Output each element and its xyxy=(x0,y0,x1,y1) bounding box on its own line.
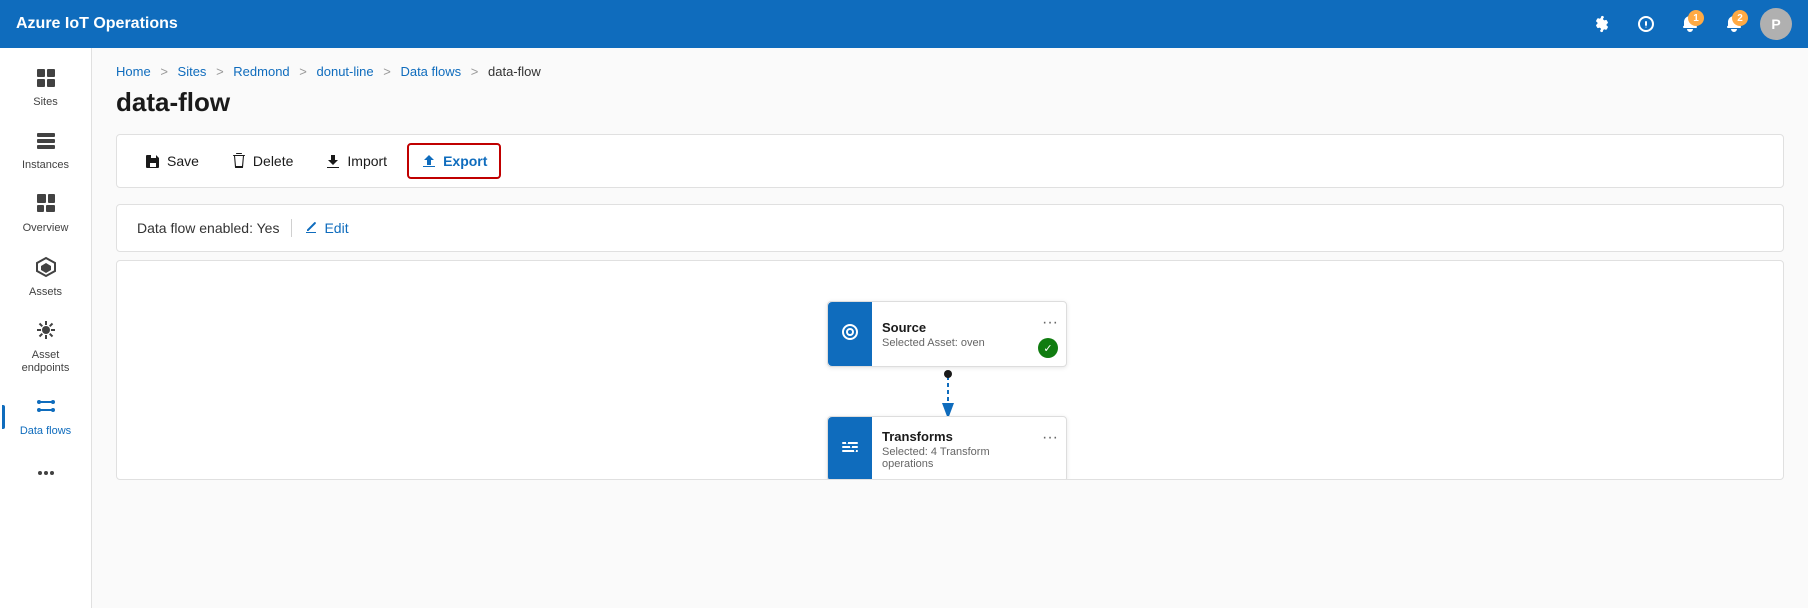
breadcrumb-home[interactable]: Home xyxy=(116,64,151,79)
transforms-node-content: Transforms Selected: 4 Transform operati… xyxy=(872,421,1034,478)
notification-bell-1-icon[interactable]: 1 xyxy=(1672,6,1708,42)
avatar[interactable]: P xyxy=(1760,8,1792,40)
source-node-icon xyxy=(840,322,860,347)
sidebar-item-instances[interactable]: Instances xyxy=(6,119,86,182)
source-icon-block xyxy=(828,302,872,366)
app-title: Azure IoT Operations xyxy=(16,15,178,33)
breadcrumb-current: data-flow xyxy=(488,64,541,79)
sidebar-item-sites[interactable]: Sites xyxy=(6,56,86,119)
transforms-node: Transforms Selected: 4 Transform operati… xyxy=(827,416,1067,480)
transforms-node-subtitle: Selected: 4 Transform operations xyxy=(882,446,1024,470)
source-node-subtitle: Selected Asset: oven xyxy=(882,337,1024,349)
transforms-node-menu[interactable]: ··· xyxy=(1034,421,1066,455)
sidebar: Sites Instances Overview xyxy=(0,48,92,608)
info-bar: Data flow enabled: Yes Edit xyxy=(116,204,1784,252)
save-button[interactable]: Save xyxy=(133,145,211,177)
import-label: Import xyxy=(347,153,387,169)
info-separator xyxy=(291,219,292,237)
export-button[interactable]: Export xyxy=(407,143,501,179)
delete-label: Delete xyxy=(253,153,293,169)
edit-icon xyxy=(304,221,318,235)
notification-badge-2: 2 xyxy=(1732,10,1748,26)
sidebar-label-instances: Instances xyxy=(22,159,69,172)
breadcrumb-data-flows[interactable]: Data flows xyxy=(400,64,461,79)
sidebar-item-overview[interactable]: Overview xyxy=(6,182,86,245)
breadcrumb: Home > Sites > Redmond > donut-line > Da… xyxy=(92,48,1808,83)
edit-button[interactable]: Edit xyxy=(304,220,348,236)
topbar-icons: 1 2 P xyxy=(1584,6,1792,42)
edit-label: Edit xyxy=(324,220,348,236)
sidebar-label-sites: Sites xyxy=(33,96,57,109)
toolbar: Save Delete Import Export xyxy=(116,134,1784,188)
sidebar-item-assets[interactable]: Assets xyxy=(6,246,86,309)
assets-icon xyxy=(35,256,57,282)
flow-canvas: Source Selected Asset: oven ··· ✓ xyxy=(116,260,1784,480)
sidebar-item-data-flows[interactable]: Data flows xyxy=(6,385,86,448)
save-icon xyxy=(145,153,161,169)
breadcrumb-sep-2: > xyxy=(216,64,224,79)
breadcrumb-sep-4: > xyxy=(383,64,391,79)
breadcrumb-sep-1: > xyxy=(160,64,168,79)
delete-icon xyxy=(231,153,247,169)
export-icon xyxy=(421,153,437,169)
help-icon[interactable] xyxy=(1628,6,1664,42)
main-layout: Sites Instances Overview xyxy=(0,48,1808,608)
breadcrumb-sites[interactable]: Sites xyxy=(178,64,207,79)
transforms-icon-block xyxy=(828,417,872,480)
data-flows-icon xyxy=(35,395,57,421)
import-button[interactable]: Import xyxy=(313,145,399,177)
import-icon xyxy=(325,153,341,169)
source-node-status: ✓ xyxy=(1038,338,1058,358)
notification-badge-1: 1 xyxy=(1688,10,1704,26)
sidebar-label-assets: Assets xyxy=(29,286,62,299)
breadcrumb-sep-5: > xyxy=(471,64,479,79)
topbar: Azure IoT Operations 1 2 P xyxy=(0,0,1808,48)
breadcrumb-donut-line[interactable]: donut-line xyxy=(317,64,374,79)
sites-icon xyxy=(35,66,57,92)
asset-endpoints-icon xyxy=(35,319,57,345)
sidebar-item-more[interactable] xyxy=(6,452,86,498)
source-node: Source Selected Asset: oven ··· ✓ xyxy=(827,301,1067,367)
notification-bell-2-icon[interactable]: 2 xyxy=(1716,6,1752,42)
source-node-content: Source Selected Asset: oven xyxy=(872,312,1034,357)
source-node-menu[interactable]: ··· xyxy=(1034,306,1066,340)
breadcrumb-redmond[interactable]: Redmond xyxy=(233,64,289,79)
settings-icon[interactable] xyxy=(1584,6,1620,42)
transforms-node-icon xyxy=(840,437,860,462)
sidebar-label-asset-endpoints: Asset endpoints xyxy=(10,349,82,375)
delete-button[interactable]: Delete xyxy=(219,145,305,177)
save-label: Save xyxy=(167,153,199,169)
instances-icon xyxy=(35,129,57,155)
export-label: Export xyxy=(443,153,487,169)
transforms-node-title: Transforms xyxy=(882,429,1024,444)
breadcrumb-sep-3: > xyxy=(299,64,307,79)
content-area: Home > Sites > Redmond > donut-line > Da… xyxy=(92,48,1808,608)
source-node-title: Source xyxy=(882,320,1024,335)
page-title: data-flow xyxy=(92,83,1808,134)
sidebar-label-overview: Overview xyxy=(23,222,69,235)
sidebar-item-asset-endpoints[interactable]: Asset endpoints xyxy=(6,309,86,385)
overview-icon xyxy=(35,192,57,218)
more-icon xyxy=(35,462,57,488)
data-flow-enabled-text: Data flow enabled: Yes xyxy=(137,220,279,236)
sidebar-label-data-flows: Data flows xyxy=(20,425,71,438)
